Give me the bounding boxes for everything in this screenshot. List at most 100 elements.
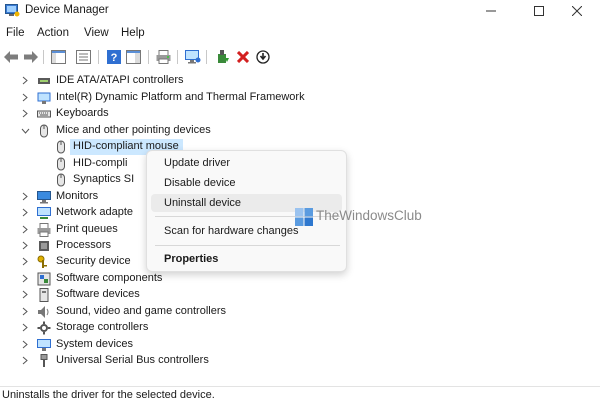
mouse-icon (57, 157, 65, 171)
forward-arrow-icon (23, 50, 38, 63)
tree-item-label: Keyboards (56, 107, 109, 119)
mouse-icon (40, 124, 48, 138)
tree-item-intel-dptf[interactable]: Intel(R) Dynamic Platform and Thermal Fr… (0, 90, 400, 106)
red-x-icon (236, 50, 249, 63)
properties-button[interactable] (75, 48, 92, 65)
console-tree-icon (51, 49, 66, 64)
update-driver-icon (217, 50, 229, 63)
minimize-button[interactable] (468, 0, 514, 22)
print-button[interactable] (155, 48, 172, 65)
chevron-right-icon[interactable] (20, 256, 30, 267)
chevron-right-icon[interactable] (20, 207, 30, 218)
download-circle-icon (255, 49, 270, 64)
show-hide-console-tree-button[interactable] (50, 48, 67, 65)
ctx-item-label: Uninstall device (164, 197, 242, 209)
minimize-icon (486, 10, 496, 12)
tree-item-label: Processors (56, 239, 112, 251)
processor-icon (39, 241, 49, 251)
chevron-right-icon[interactable] (20, 240, 30, 251)
ctx-update-driver[interactable]: Update driver (151, 154, 342, 172)
tree-item-keyboards[interactable]: Keyboards (0, 106, 400, 122)
ctx-disable-device[interactable]: Disable device (151, 174, 342, 192)
tree-item-label: Security device (56, 255, 131, 267)
printer-icon (156, 49, 171, 64)
speaker-icon (38, 306, 49, 318)
window-title: Device Manager (25, 4, 109, 16)
status-bar: Uninstalls the driver for the selected d… (0, 386, 600, 402)
tree-item-usb[interactable]: Universal Serial Bus controllers (0, 353, 400, 369)
network-adapter-icon (37, 207, 51, 219)
menu-action[interactable]: Action (37, 27, 69, 39)
tree-item-label: Print queues (56, 223, 118, 235)
chevron-right-icon[interactable] (20, 339, 30, 350)
ctx-scan-hardware[interactable]: Scan for hardware changes (151, 222, 342, 240)
uninstall-device-button[interactable] (234, 48, 251, 65)
toolbar-separator (206, 50, 207, 64)
close-icon (572, 6, 582, 16)
scan-hardware-button[interactable] (184, 48, 201, 65)
tree-item-label: Mice and other pointing devices (56, 124, 211, 136)
tree-item-sound[interactable]: Sound, video and game controllers (0, 304, 400, 320)
back-button[interactable] (2, 48, 19, 65)
system-device-icon (37, 92, 51, 104)
chevron-right-icon[interactable] (20, 273, 30, 284)
tree-item-label: Storage controllers (56, 321, 149, 333)
menu-help[interactable]: Help (121, 27, 145, 39)
ctx-item-label: Properties (164, 253, 219, 265)
close-button[interactable] (554, 0, 600, 22)
ctx-properties[interactable]: Properties (151, 250, 342, 268)
ctx-separator (155, 245, 340, 246)
software-component-icon (37, 272, 51, 286)
mouse-icon (57, 140, 65, 154)
chevron-right-icon[interactable] (20, 191, 30, 202)
disable-device-button[interactable] (254, 48, 271, 65)
chevron-down-icon[interactable] (20, 125, 30, 136)
windows-club-logo-icon (295, 208, 313, 226)
help-icon: ? (106, 49, 121, 64)
ctx-uninstall-device[interactable]: Uninstall device (151, 194, 342, 212)
printer-icon (37, 223, 51, 237)
tree-item-label: Synaptics SI (73, 173, 135, 185)
tree-item-label: Sound, video and game controllers (56, 305, 226, 317)
help-button[interactable]: ? (105, 48, 122, 65)
back-arrow-icon (3, 50, 18, 63)
menu-view[interactable]: View (84, 27, 109, 39)
tree-item-software-devices[interactable]: Software devices (0, 287, 400, 303)
chevron-right-icon[interactable] (20, 306, 30, 317)
ctx-item-label: Disable device (164, 177, 236, 189)
tree-item-software-components[interactable]: Software components (0, 271, 400, 287)
tree-item-label: HID-compli (73, 157, 128, 169)
chevron-right-icon[interactable] (20, 92, 30, 103)
ctx-item-label: Update driver (164, 157, 231, 169)
svg-text:?: ? (110, 52, 117, 64)
chevron-right-icon[interactable] (20, 355, 30, 366)
tree-item-ide-ata[interactable]: IDE ATA/ATAPI controllers (0, 73, 400, 89)
menu-bar: File Action View Help (0, 24, 600, 43)
forward-button[interactable] (22, 48, 39, 65)
toolbar-separator (148, 50, 149, 64)
storage-controller-icon (37, 321, 51, 335)
tree-item-label: Software devices (56, 288, 140, 300)
chevron-right-icon[interactable] (20, 322, 30, 333)
chevron-right-icon[interactable] (20, 75, 30, 86)
device-manager-app-icon (5, 4, 20, 17)
menu-file[interactable]: File (6, 27, 25, 39)
tree-item-label: Software components (56, 272, 163, 284)
monitor-scan-icon (184, 49, 200, 63)
action-pane-icon (126, 49, 141, 64)
ide-controller-icon (38, 78, 50, 84)
title-bar: Device Manager (0, 0, 600, 22)
update-driver-button[interactable] (214, 48, 231, 65)
action-pane-button[interactable] (125, 48, 142, 65)
chevron-right-icon[interactable] (20, 289, 30, 300)
watermark-text: TheWindowsClub (316, 208, 422, 223)
maximize-icon (534, 6, 544, 16)
mouse-icon (57, 173, 65, 187)
tree-item-mice[interactable]: Mice and other pointing devices (0, 123, 400, 139)
status-text: Uninstalls the driver for the selected d… (2, 389, 215, 401)
chevron-right-icon[interactable] (20, 224, 30, 235)
software-device-icon (39, 288, 49, 302)
tree-item-system-devices[interactable]: System devices (0, 337, 400, 353)
chevron-right-icon[interactable] (20, 108, 30, 119)
tree-item-storage[interactable]: Storage controllers (0, 320, 400, 336)
